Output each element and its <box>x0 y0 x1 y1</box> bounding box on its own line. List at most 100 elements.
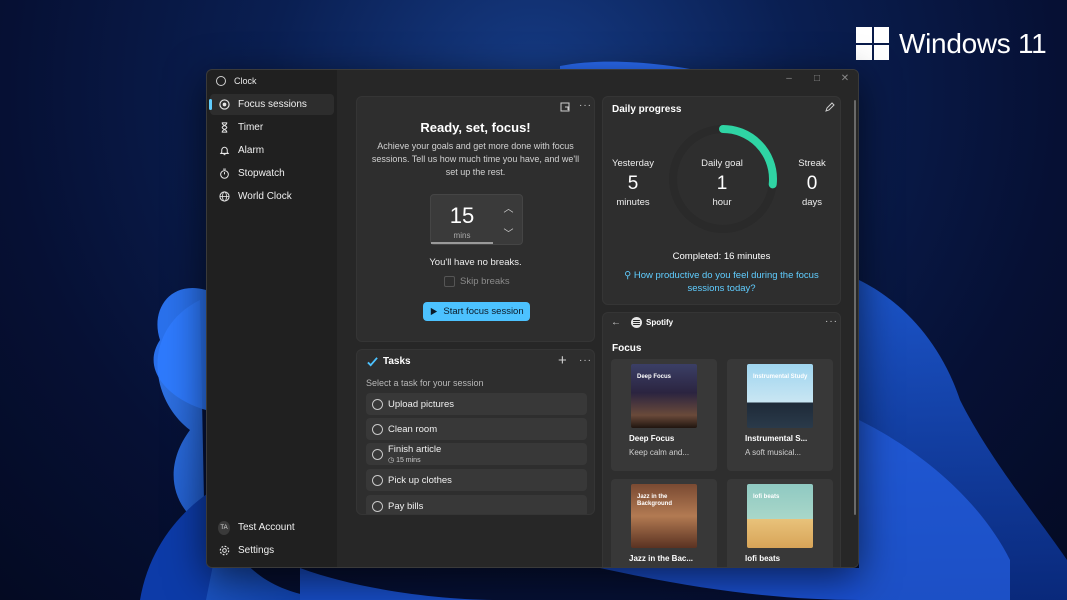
task-label: Pick up clothes <box>388 474 452 486</box>
account-name: Test Account <box>238 522 295 533</box>
playlist-tile[interactable]: Instrumental Study Instrumental S... A s… <box>727 359 833 471</box>
play-icon <box>431 307 438 316</box>
streak-value: 0 <box>806 173 818 194</box>
feedback-icon: ⚲ <box>624 270 634 281</box>
account-button[interactable]: TA Test Account <box>210 517 334 538</box>
skip-breaks-label: Skip breaks <box>460 276 510 287</box>
playlist-description: Keep calm and... <box>629 448 690 457</box>
hourglass-icon <box>218 122 230 134</box>
sidebar-item-stopwatch[interactable]: Stopwatch <box>210 163 334 184</box>
task-text: Finish article ◷ 15 mins <box>388 444 441 464</box>
increment-button[interactable]: ︿ <box>494 195 523 219</box>
productivity-link-text: How productive do you feel during the fo… <box>633 270 819 294</box>
task-item[interactable]: Clean room <box>366 418 587 440</box>
window-controls: – □ ✕ <box>782 73 852 84</box>
task-item[interactable]: Pay bills <box>366 495 587 514</box>
compact-view-icon[interactable] <box>560 102 570 115</box>
spotify-more-button[interactable]: ··· <box>825 316 838 327</box>
cover-title: Jazz in the Background <box>637 494 673 507</box>
windows-11-text: Windows 11 <box>899 27 1047 59</box>
title-bar: Clock <box>207 70 337 92</box>
daily-progress-card: Daily progress Yesterday 5 minutes Daily… <box>602 96 841 305</box>
playlist-cover: Jazz in the Background <box>631 484 697 548</box>
chevron-up-icon: ︿ <box>503 203 514 215</box>
task-radio[interactable] <box>372 423 383 435</box>
task-radio[interactable] <box>372 500 383 512</box>
task-label: Pay bills <box>388 500 424 512</box>
focus-icon <box>218 99 230 111</box>
tasks-subtitle: Select a task for your session <box>366 378 484 388</box>
minimize-button[interactable]: – <box>782 73 796 84</box>
task-radio[interactable] <box>372 398 383 410</box>
streak-unit: days <box>801 197 823 208</box>
avatar: TA <box>218 520 230 535</box>
tasks-title: Tasks <box>383 356 411 367</box>
windows-11-logo: Windows 11 <box>856 27 1047 60</box>
task-label: Upload pictures <box>388 398 455 410</box>
sidebar-item-world-clock[interactable]: World Clock <box>210 186 334 207</box>
spotify-brand: Spotify <box>646 318 674 327</box>
task-item[interactable]: Finish article ◷ 15 mins <box>366 443 587 465</box>
productivity-link[interactable]: ⚲ How productive do you feel during the … <box>615 269 828 295</box>
spotify-card: ← Spotify ··· Focus Deep Focus Deep Focu… <box>602 312 841 567</box>
cover-title: Instrumental Study <box>753 374 808 380</box>
playlist-tile[interactable]: Jazz in the Background Jazz in the Bac..… <box>611 479 717 567</box>
add-task-button[interactable]: + <box>558 352 568 369</box>
minutes-stepper[interactable]: 15 mins ︿ ﹀ <box>430 194 523 245</box>
globe-icon <box>218 191 230 203</box>
playlist-section-title: Focus <box>612 343 642 354</box>
start-focus-session-button[interactable]: Start focus session <box>423 302 530 321</box>
settings-button[interactable]: Settings <box>210 540 334 561</box>
clock-app-window: Focus sessions Timer Alarm Stopwatch Wor… <box>206 69 859 568</box>
task-label: Clean room <box>388 423 438 435</box>
cover-title: lofi beats <box>753 494 780 500</box>
sidebar-item-label: World Clock <box>238 191 292 202</box>
sidebar-item-focus-sessions[interactable]: Focus sessions <box>209 94 334 115</box>
sidebar-item-alarm[interactable]: Alarm <box>210 140 334 161</box>
task-radio[interactable] <box>372 448 383 460</box>
playlist-cover: lofi beats <box>747 484 813 548</box>
start-button-label: Start focus session <box>443 306 524 317</box>
close-button[interactable]: ✕ <box>838 73 852 84</box>
tasks-card: Tasks + ··· Select a task for your sessi… <box>356 349 595 515</box>
focus-description: Achieve your goals and get more done wit… <box>371 141 580 177</box>
tasks-header: Tasks <box>367 356 411 367</box>
settings-label: Settings <box>238 545 275 556</box>
minutes-value[interactable]: 15 <box>431 203 493 229</box>
playlist-cover: Deep Focus <box>631 364 697 428</box>
avatar-wrapper: TA <box>218 520 230 535</box>
daily-goal-stat[interactable]: Daily goal 1 hour <box>692 158 752 208</box>
maximize-button[interactable]: □ <box>810 73 824 84</box>
sidebar-item-label: Alarm <box>238 145 265 156</box>
task-radio[interactable] <box>372 474 383 486</box>
completed-text: Completed: 16 minutes <box>672 251 771 262</box>
yesterday-unit: minutes <box>616 197 650 208</box>
sidebar-item-label: Stopwatch <box>238 168 285 179</box>
scrollbar[interactable] <box>854 100 856 515</box>
skip-breaks-checkbox[interactable]: Skip breaks <box>444 276 510 287</box>
daily-goal-unit: hour <box>712 197 732 208</box>
decrement-button[interactable]: ﹀ <box>494 220 523 244</box>
playlist-name: lofi beats <box>745 554 781 563</box>
task-duration: ◷ 15 mins <box>388 456 441 464</box>
checkbox-box[interactable] <box>444 276 455 287</box>
back-arrow-icon[interactable]: ← <box>611 317 621 328</box>
task-label: Finish article <box>388 444 442 455</box>
edit-pencil-icon[interactable] <box>825 102 835 115</box>
focus-title: Ready, set, focus! <box>420 120 531 135</box>
task-item[interactable]: Pick up clothes <box>366 469 587 491</box>
daily-goal-value: 1 <box>716 173 728 194</box>
playlist-tile[interactable]: lofi beats lofi beats <box>727 479 833 567</box>
clock-icon: ◷ <box>388 457 397 464</box>
playlist-description: A soft musical... <box>745 448 802 457</box>
spotify-logo-icon <box>631 317 642 328</box>
sidebar-item-timer[interactable]: Timer <box>210 117 334 138</box>
tasks-more-button[interactable]: ··· <box>579 355 592 366</box>
task-item[interactable]: Upload pictures <box>366 393 587 415</box>
clock-app-icon <box>216 76 226 86</box>
sidebar-item-label: Focus sessions <box>238 99 307 110</box>
main-content: – □ ✕ ··· Ready, set, focus! Achieve you… <box>337 70 858 567</box>
focus-more-button[interactable]: ··· <box>579 100 592 111</box>
breaks-info: You'll have no breaks. <box>429 257 522 268</box>
playlist-tile[interactable]: Deep Focus Deep Focus Keep calm and... <box>611 359 717 471</box>
